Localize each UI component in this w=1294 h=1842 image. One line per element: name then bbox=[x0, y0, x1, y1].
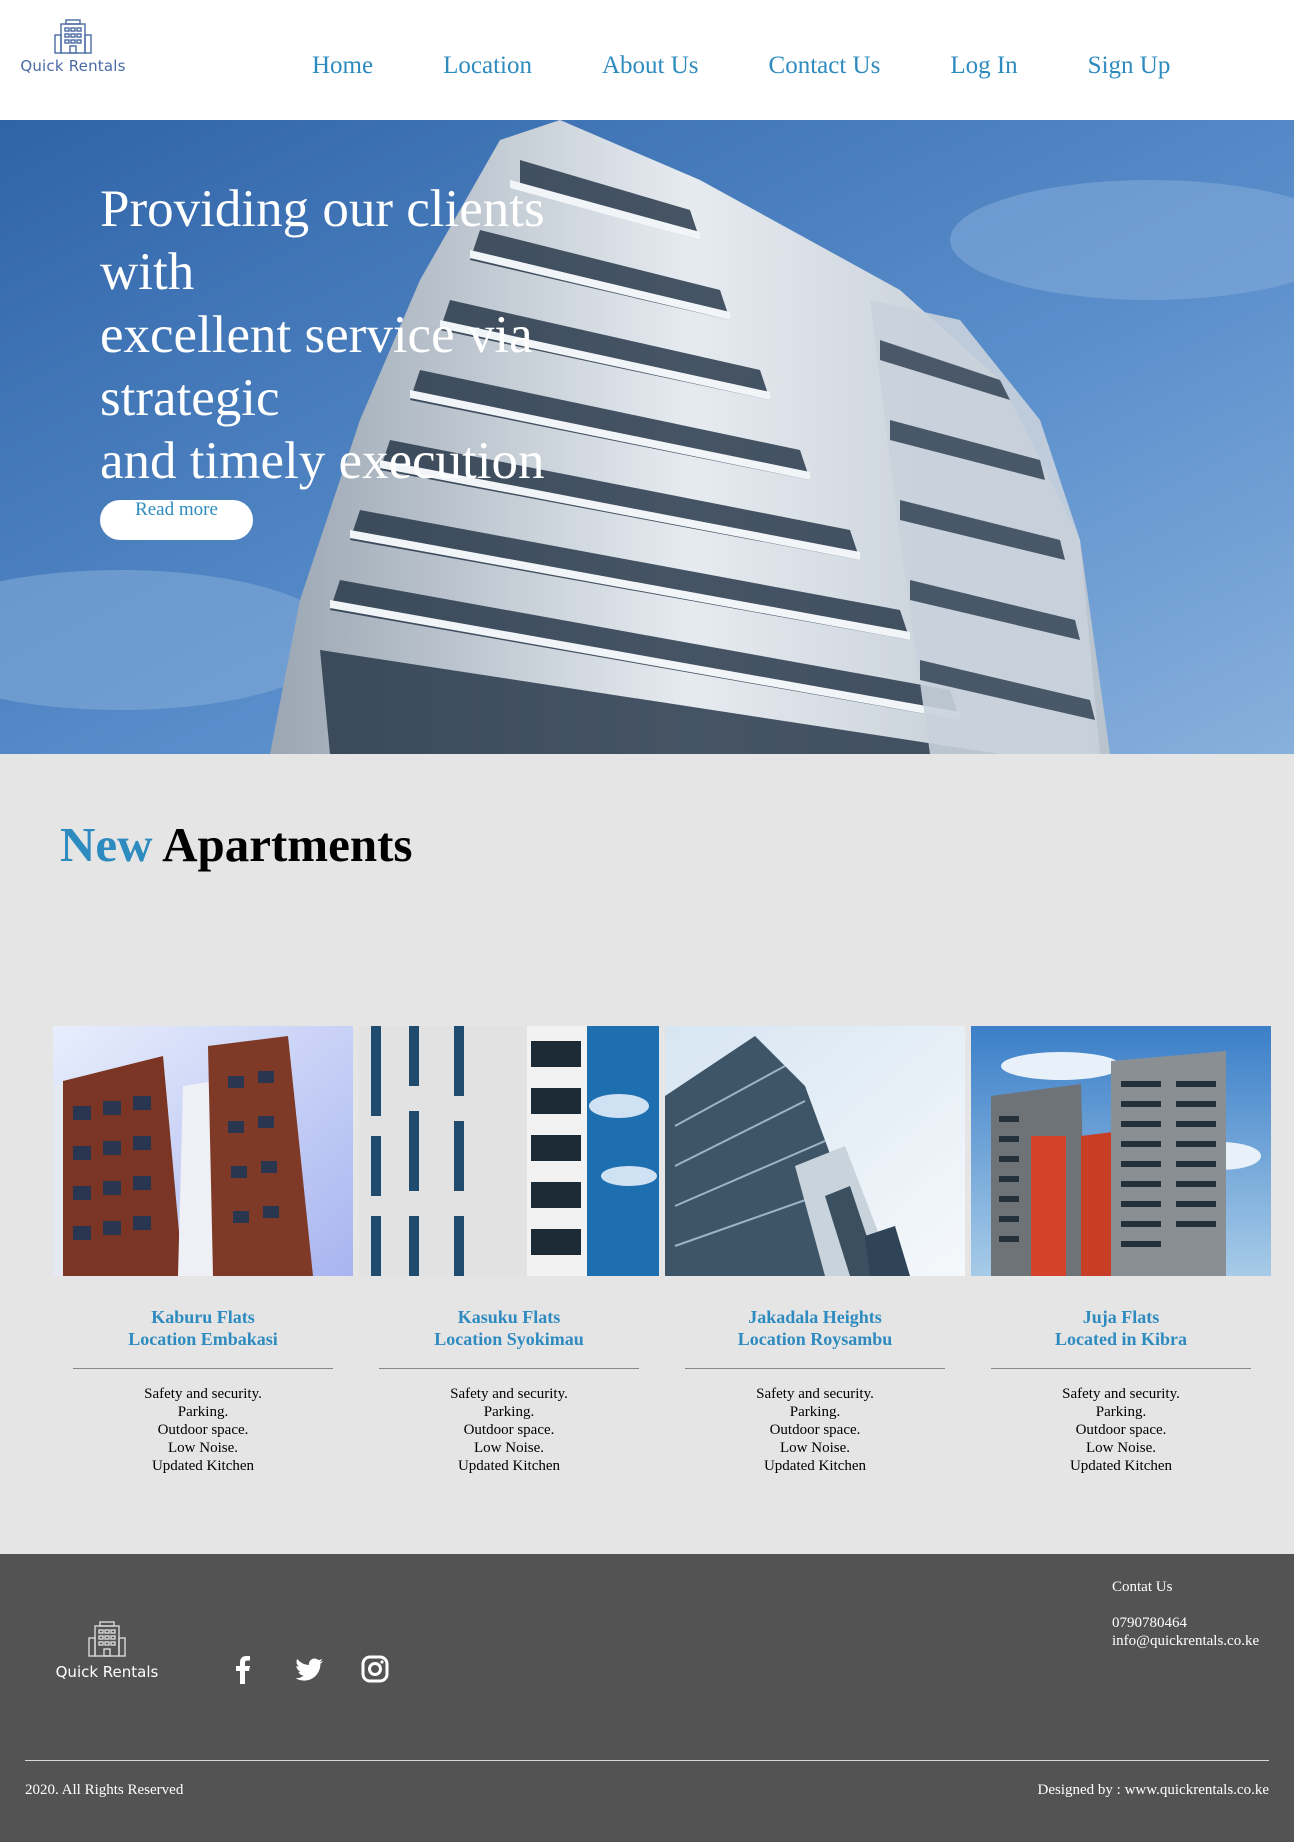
apartment-features: Safety and security. Parking. Outdoor sp… bbox=[971, 1385, 1271, 1475]
apartment-features: Safety and security. Parking. Outdoor sp… bbox=[665, 1385, 965, 1475]
feature-item: Safety and security. bbox=[144, 1386, 262, 1402]
apartment-name-block: Jakadala Heights Location Roysambu bbox=[665, 1306, 965, 1350]
apartment-photo bbox=[971, 1026, 1271, 1276]
apartment-name-block: Juja Flats Located in Kibra bbox=[971, 1306, 1271, 1350]
feature-item: Parking. bbox=[1095, 1404, 1147, 1420]
contact-title: Contat Us bbox=[1112, 1579, 1173, 1595]
hero-title-line: strategic bbox=[100, 369, 280, 427]
section-title-rest: Apartments bbox=[162, 817, 413, 872]
card-divider bbox=[685, 1368, 945, 1369]
nav-home[interactable]: Home bbox=[312, 52, 373, 80]
hero-title-line: excellent service via bbox=[100, 306, 533, 364]
feature-item: Outdoor space. bbox=[769, 1422, 861, 1438]
apartment-photo bbox=[53, 1026, 353, 1276]
nav-sign-up[interactable]: Sign Up bbox=[1088, 52, 1171, 80]
apartment-photo bbox=[359, 1026, 659, 1276]
nav-log-in[interactable]: Log In bbox=[950, 52, 1017, 80]
nav-contact-us[interactable]: Contact Us bbox=[769, 52, 881, 80]
twitter-icon[interactable] bbox=[294, 1654, 324, 1684]
apartment-card[interactable]: Kaburu Flats Location Embakasi Safety an… bbox=[53, 1026, 353, 1486]
hero-title-line: Providing our clients bbox=[100, 180, 545, 238]
apartment-name: Juja Flats bbox=[1082, 1307, 1160, 1327]
apartment-card[interactable]: Kasuku Flats Location Syokimau Safety an… bbox=[359, 1026, 659, 1486]
contact-phone[interactable]: 0790780464 bbox=[1112, 1614, 1259, 1632]
apartment-name-block: Kaburu Flats Location Embakasi bbox=[53, 1306, 353, 1350]
feature-item: Outdoor space. bbox=[1075, 1422, 1167, 1438]
apartment-card[interactable]: Juja Flats Located in Kibra Safety and s… bbox=[971, 1026, 1271, 1486]
building-logo-icon bbox=[88, 1621, 126, 1657]
feature-item: Outdoor space. bbox=[463, 1422, 555, 1438]
card-divider bbox=[73, 1368, 333, 1369]
brand-logo[interactable]: Quick Rentals bbox=[16, 18, 130, 90]
feature-item: Low Noise. bbox=[1086, 1440, 1156, 1456]
feature-item: Safety and security. bbox=[756, 1386, 874, 1402]
feature-item: Updated Kitchen bbox=[151, 1458, 255, 1474]
feature-item: Updated Kitchen bbox=[763, 1458, 867, 1474]
site-footer: Quick Rentals Contat Us 0790780464 info@… bbox=[0, 1554, 1294, 1842]
section-title: New Apartments bbox=[60, 816, 413, 873]
feature-item: Outdoor space. bbox=[157, 1422, 249, 1438]
apartment-name: Kaburu Flats bbox=[151, 1307, 255, 1327]
apartment-location: Location Roysambu bbox=[737, 1329, 893, 1349]
feature-item: Low Noise. bbox=[780, 1440, 850, 1456]
apartment-photo bbox=[665, 1026, 965, 1276]
footer-contact: Contat Us 0790780464 info@quickrentals.c… bbox=[1112, 1578, 1259, 1650]
feature-item: Parking. bbox=[789, 1404, 841, 1420]
apartment-location: Location Syokimau bbox=[434, 1329, 584, 1349]
read-more-button[interactable]: Read more bbox=[100, 500, 253, 540]
hero-title-line: and timely execution bbox=[100, 432, 545, 490]
designed-by-text: Designed by : www.quickrentals.co.ke bbox=[1037, 1782, 1269, 1798]
hero-title: Providing our clients with excellent ser… bbox=[100, 178, 620, 493]
instagram-icon[interactable] bbox=[360, 1654, 390, 1684]
hero-title-line: with bbox=[100, 243, 195, 301]
footer-brand-name: Quick Rentals bbox=[55, 1663, 159, 1681]
feature-item: Low Noise. bbox=[474, 1440, 544, 1456]
card-divider bbox=[379, 1368, 639, 1369]
section-title-accent: New bbox=[60, 817, 153, 872]
feature-item: Parking. bbox=[177, 1404, 229, 1420]
feature-item: Parking. bbox=[483, 1404, 535, 1420]
feature-item: Updated Kitchen bbox=[457, 1458, 561, 1474]
footer-divider bbox=[25, 1760, 1269, 1761]
apartment-cards: Kaburu Flats Location Embakasi Safety an… bbox=[53, 1026, 1273, 1486]
apartment-location: Location Embakasi bbox=[128, 1329, 278, 1349]
footer-brand-logo[interactable]: Quick Rentals bbox=[52, 1620, 162, 1681]
new-apartments-section: New Apartments Kaburu Flats Location Emb… bbox=[0, 754, 1294, 1554]
apartment-name: Jakadala Heights bbox=[748, 1307, 882, 1327]
feature-item: Safety and security. bbox=[450, 1386, 568, 1402]
social-links bbox=[228, 1654, 426, 1684]
apartment-name-block: Kasuku Flats Location Syokimau bbox=[359, 1306, 659, 1350]
card-divider bbox=[991, 1368, 1251, 1369]
feature-item: Updated Kitchen bbox=[1069, 1458, 1173, 1474]
read-more-label: Read more bbox=[135, 500, 218, 520]
feature-item: Safety and security. bbox=[1062, 1386, 1180, 1402]
nav-location[interactable]: Location bbox=[443, 52, 532, 80]
brand-name: Quick Rentals bbox=[20, 57, 126, 75]
apartment-location: Located in Kibra bbox=[1054, 1329, 1187, 1349]
hero-banner: Providing our clients with excellent ser… bbox=[0, 120, 1294, 754]
feature-item: Low Noise. bbox=[168, 1440, 238, 1456]
copyright-text: 2020. All Rights Reserved bbox=[25, 1782, 184, 1798]
nav-about-us[interactable]: About Us bbox=[602, 52, 699, 80]
facebook-icon[interactable] bbox=[228, 1654, 258, 1684]
building-logo-icon bbox=[54, 19, 92, 54]
main-nav: Home Location About Us Contact Us Log In… bbox=[312, 52, 1240, 80]
apartment-name: Kasuku Flats bbox=[457, 1307, 561, 1327]
apartment-features: Safety and security. Parking. Outdoor sp… bbox=[53, 1385, 353, 1475]
site-header: Quick Rentals Home Location About Us Con… bbox=[0, 0, 1294, 120]
contact-email[interactable]: info@quickrentals.co.ke bbox=[1112, 1632, 1259, 1650]
apartment-features: Safety and security. Parking. Outdoor sp… bbox=[359, 1385, 659, 1475]
apartment-card[interactable]: Jakadala Heights Location Roysambu Safet… bbox=[665, 1026, 965, 1486]
